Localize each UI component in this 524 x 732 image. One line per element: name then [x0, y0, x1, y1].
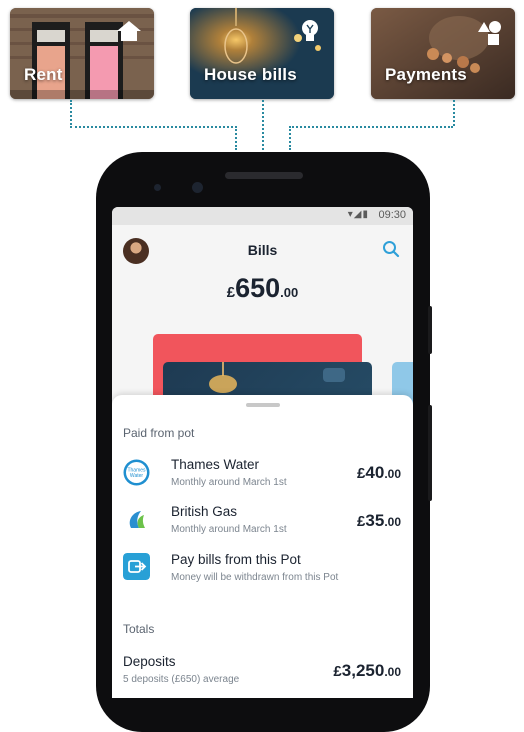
balance-minor: .00 [280, 285, 299, 300]
page-title: Bills [247, 242, 278, 258]
pot-balance: £650.00 [112, 273, 413, 304]
bill-amount: £40.00 [357, 463, 401, 483]
rent-card[interactable]: Rent [10, 8, 154, 99]
bill-amount-minor: .00 [384, 515, 401, 529]
phone-speaker [225, 172, 303, 179]
lightbulb-icon [302, 20, 318, 41]
deposits-subtitle: 5 deposits (£650) average [123, 674, 240, 685]
phone-sensor [154, 184, 161, 191]
deposits-minor: .00 [384, 665, 401, 679]
bill-amount: £35.00 [357, 511, 401, 531]
thames-water-logo: Thames Water [123, 459, 150, 486]
house-bills-card[interactable]: House bills [190, 8, 334, 99]
thames-logo-text-2: Water [130, 473, 143, 479]
bill-subtitle: Monthly around March 1st [171, 477, 287, 488]
payments-label: Payments [385, 65, 467, 84]
status-icons: ▾◢▮ [347, 209, 369, 220]
house-icon [117, 21, 141, 41]
bill-amount-major: 35 [365, 511, 385, 530]
payments-card[interactable]: Payments [371, 8, 515, 99]
bill-amount-major: 40 [365, 463, 385, 482]
shapes-icon [478, 21, 501, 45]
pay-bills-icon [123, 553, 150, 580]
balance-major: 650 [235, 273, 281, 303]
status-time: 09:30 [378, 209, 406, 221]
deposits-amount: £3,250.00 [333, 661, 401, 681]
deposits-title: Deposits [123, 654, 176, 669]
pay-bills-subtitle: Money will be withdrawn from this Pot [171, 572, 339, 583]
connector-left [70, 100, 237, 128]
bill-title: British Gas [171, 504, 238, 519]
rent-label: Rent [24, 65, 63, 84]
phone-volume-button [428, 405, 432, 501]
connector-middle [262, 100, 264, 150]
connector-right-up [453, 100, 455, 126]
pay-bills-title: Pay bills from this Pot [171, 552, 301, 567]
status-bar: ▾◢▮ 09:30 [112, 207, 413, 225]
bill-amount-minor: .00 [384, 467, 401, 481]
pot-details-sheet: Paid from pot Thames Water Thames Water … [112, 395, 413, 698]
house-bills-label: House bills [204, 65, 297, 84]
connector-left-down [235, 126, 237, 150]
search-icon[interactable] [382, 240, 400, 258]
bill-title: Thames Water [171, 457, 260, 472]
deposits-currency: £ [333, 663, 342, 680]
connector-right [289, 126, 453, 128]
phone-power-button [428, 306, 432, 354]
phone-screen: ▾◢▮ 09:30 Bills £650.00 Paid from pot Th… [112, 207, 413, 698]
balance-currency: £ [226, 284, 236, 301]
section-paid-from-pot: Paid from pot [123, 426, 195, 440]
sheet-drag-handle[interactable] [246, 403, 280, 407]
british-gas-logo [129, 511, 145, 528]
deposits-major: 3,250 [341, 661, 385, 680]
bill-subtitle: Monthly around March 1st [171, 524, 287, 535]
section-totals: Totals [123, 622, 155, 636]
connector-right-down [289, 126, 291, 150]
phone-camera [192, 182, 203, 193]
